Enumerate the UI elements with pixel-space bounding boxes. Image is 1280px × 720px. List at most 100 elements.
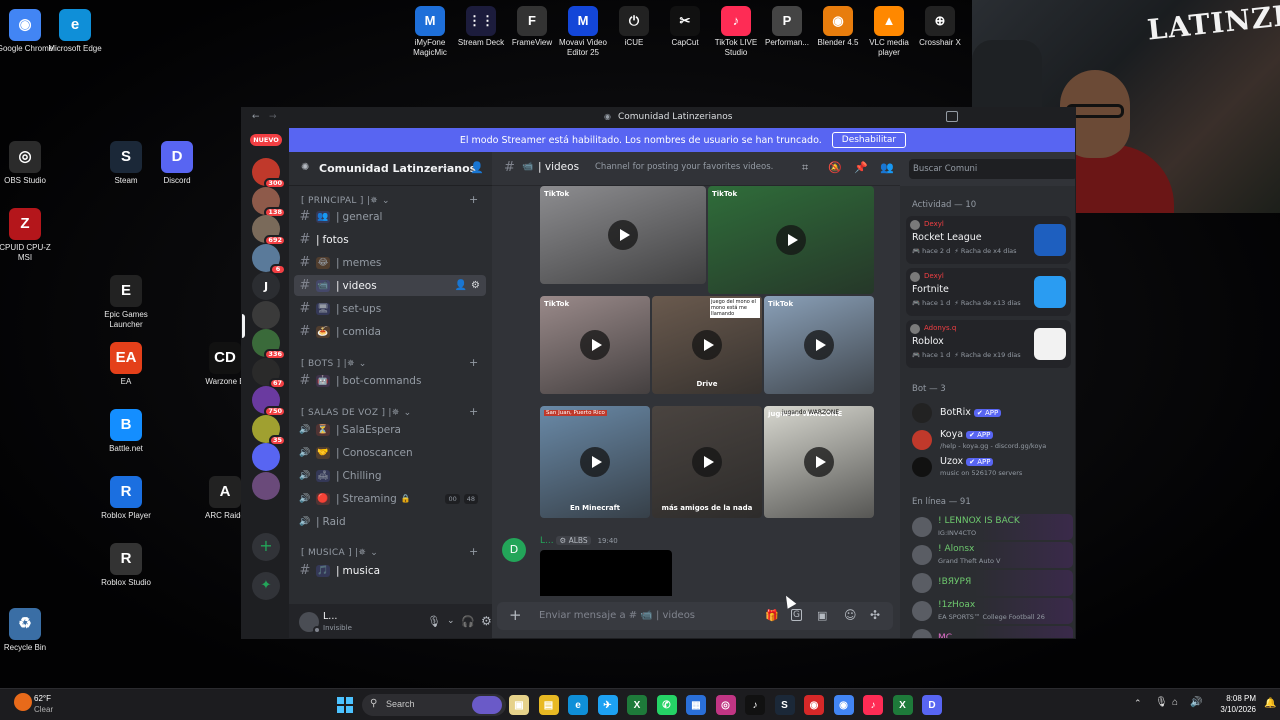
weather-desc[interactable]: Clear — [34, 705, 53, 714]
category-header[interactable]: [ SALAS DE VOZ ] |✵ ⌄ — [301, 408, 411, 418]
bot-botrix[interactable]: BotRix ✔ APP — [908, 400, 1073, 426]
desktop-icon-13[interactable]: R Roblox Studio — [94, 543, 158, 588]
channel-memes[interactable]: # 😂 | memes — [294, 252, 486, 273]
disable-streamer-button[interactable]: Deshabilitar — [831, 132, 907, 148]
guild-header[interactable]: ✺ Comunidad Latinzerianos ⌄ 👤 — [289, 152, 492, 186]
desktop-icon-5[interactable]: D Discord — [145, 141, 209, 186]
play-button-icon[interactable] — [776, 225, 806, 255]
play-button-icon[interactable] — [580, 330, 610, 360]
server-icon-8[interactable]: 67 — [252, 357, 286, 389]
video-thumbnail[interactable]: En Minecraft — [540, 406, 650, 518]
channel-bot-commands[interactable]: # 🤖 | bot-commands — [294, 370, 486, 391]
settings-gear-icon[interactable]: ⚙ — [481, 614, 492, 628]
taskbar-app-3[interactable]: e — [568, 695, 588, 715]
video-thumbnail[interactable]: TikTok — [708, 186, 874, 294]
add-channel-icon[interactable]: + — [469, 356, 478, 369]
activity-card[interactable]: Adonys.q Roblox 🎮 hace 1 d ⚡ Racha de x19 d… — [906, 320, 1071, 368]
volume-icon[interactable]: 🔊 — [1190, 697, 1202, 708]
search-input[interactable]: Buscar Comuni — [909, 159, 1075, 179]
top-desktop-icon-11[interactable]: ⊕ Crosshair X — [911, 6, 969, 48]
taskbar-app-11[interactable]: ◉ — [804, 695, 824, 715]
back-arrow-icon[interactable]: ← — [252, 112, 260, 122]
category-header[interactable]: [ MUSICA ] |✵ ⌄ — [301, 548, 378, 558]
server-icon-7[interactable]: 336 — [252, 329, 286, 360]
online-member[interactable]: !BЯУРЯ — [908, 570, 1073, 596]
add-attachment-icon[interactable]: + — [509, 606, 522, 624]
desktop-icon-11[interactable]: R Roblox Player — [94, 476, 158, 521]
desktop-icon-14[interactable]: ♻ Recycle Bin — [0, 608, 57, 653]
top-desktop-icon-7[interactable]: ♪ TikTok LIVE Studio — [707, 6, 765, 58]
server-icon-2[interactable]: 138 — [252, 186, 286, 218]
video-thumbnail[interactable]: TikTok — [540, 296, 650, 394]
channel-chilling[interactable]: 🔊 🛋 | Chilling — [294, 465, 486, 486]
discover-icon[interactable]: ✦ — [252, 572, 280, 600]
weather-temp[interactable]: 62°F — [34, 694, 51, 703]
pin-icon[interactable]: 📌 — [854, 161, 868, 174]
channel-conoscancen[interactable]: 🔊 🤝 | Conoscancen — [294, 442, 486, 463]
channel-fotos[interactable]: # | fotos — [294, 229, 486, 250]
chevron-up-icon[interactable]: ⌃ — [1134, 698, 1142, 709]
server-icon-4[interactable]: 6 — [252, 243, 286, 275]
taskbar-app-10[interactable]: S — [774, 695, 795, 715]
category-header[interactable]: [ BOTS ] |✵ ⌄ — [301, 359, 367, 369]
taskbar-app-15[interactable]: D — [922, 695, 942, 715]
server-icon-11[interactable] — [252, 443, 280, 471]
video-thumbnail[interactable]: jugando WARZONE — [764, 406, 874, 518]
desktop-icon-3[interactable]: ◎ OBS Studio — [0, 141, 57, 186]
chevron-down-icon[interactable]: ⌄ — [441, 162, 449, 172]
apps-icon[interactable]: ✣ — [870, 608, 880, 622]
gif-icon[interactable]: G — [791, 609, 802, 621]
taskbar-app-8[interactable]: ◎ — [715, 695, 736, 715]
activity-card[interactable]: Dexyl Rocket League 🎮 hace 2 d ⚡ Racha de x… — [906, 216, 1071, 264]
forward-arrow-icon[interactable]: → — [269, 112, 277, 122]
notification-bell-icon[interactable]: 🔕 — [828, 161, 842, 174]
channel-comida[interactable]: # 🍝 | comida — [294, 321, 486, 342]
channel-musica[interactable]: # 🎵 | musica — [294, 560, 486, 581]
desktop-icon-10[interactable]: B Battle.net — [94, 409, 158, 454]
top-desktop-icon-6[interactable]: ✂ CapCut — [656, 6, 714, 48]
play-button-icon[interactable] — [804, 330, 834, 360]
bot-uzox[interactable]: Uzox ✔ APP music on 526170 servers — [908, 454, 1073, 480]
desktop-icon-8[interactable]: EA EA — [94, 342, 158, 387]
add-channel-icon[interactable]: + — [469, 193, 478, 206]
top-desktop-icon-8[interactable]: P Performan... — [758, 6, 816, 48]
message-composer[interactable]: + Enviar mensaje a # 📹 | videos 🎁 G ▣ ☺ … — [497, 602, 893, 630]
inbox-icon[interactable] — [946, 111, 958, 122]
message-avatar[interactable]: D — [502, 538, 526, 562]
server-icon-5[interactable]: J — [252, 272, 280, 300]
play-button-icon[interactable] — [804, 447, 834, 477]
notification-icon[interactable]: 🔔 — [1264, 698, 1276, 709]
desktop-icon-2[interactable]: e Microsoft Edge — [43, 9, 107, 54]
taskbar-app-12[interactable]: ◉ — [833, 695, 854, 715]
clock-time[interactable]: 8:08 PM — [1220, 694, 1256, 703]
add-channel-icon[interactable]: + — [469, 545, 478, 558]
taskbar-app-9[interactable]: ♪ — [745, 695, 765, 715]
add-member-icon[interactable]: 👤 — [455, 280, 467, 291]
server-icon-1[interactable]: 300 — [252, 158, 286, 189]
add-server-icon[interactable]: + — [252, 533, 280, 561]
taskbar-app-13[interactable]: ♪ — [863, 695, 883, 715]
microphone-icon[interactable]: 🎙 — [427, 615, 441, 628]
category-header[interactable]: [ PRINCIPAL ] |✵ ⌄ — [301, 196, 390, 206]
server-icon-9[interactable]: 750 — [252, 386, 286, 417]
channel-videos[interactable]: # 📹 | videos 👤 ⚙ — [294, 275, 486, 296]
mic-chevron-icon[interactable]: ⌄ — [447, 616, 455, 626]
online-member[interactable]: ! LENNOX IS BACK IG:INV4CTO — [908, 514, 1073, 540]
taskbar-search[interactable]: ⚲ Search — [362, 694, 506, 716]
bot-koya[interactable]: Koya ✔ APP/help - koya.gg - discord.gg/ko… — [908, 427, 1073, 453]
taskbar-app-6[interactable]: ✆ — [656, 695, 677, 715]
message-video-preview[interactable] — [540, 550, 672, 596]
top-desktop-icon-9[interactable]: ◉ Blender 4.5 — [809, 6, 867, 48]
server-icon-6[interactable] — [252, 300, 280, 329]
server-icon-3[interactable]: 692 — [252, 215, 286, 246]
video-thumbnail[interactable]: TikTok — [764, 296, 874, 394]
add-channel-icon[interactable]: + — [469, 405, 478, 418]
taskbar-app-1[interactable]: ▣ — [509, 695, 529, 715]
headphones-icon[interactable]: 🎧 — [461, 615, 475, 628]
play-button-icon[interactable] — [692, 447, 722, 477]
desktop-icon-7[interactable]: E Epic Games Launcher — [94, 275, 158, 330]
network-icon[interactable]: ⌂ — [1172, 697, 1178, 708]
taskbar-app-4[interactable]: ✈ — [597, 695, 618, 715]
online-member[interactable]: ! Alonsx Grand Theft Auto V — [908, 542, 1073, 568]
channel-general[interactable]: # 👥 | general — [294, 206, 486, 227]
